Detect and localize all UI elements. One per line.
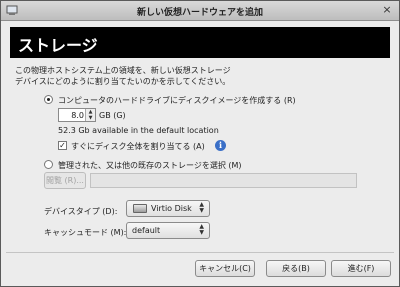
close-icon[interactable]: × — [380, 3, 394, 17]
existing-storage-label[interactable]: 管理された、又は他の既存のストレージを選択 (M) — [58, 160, 242, 171]
allocate-now-label[interactable]: すぐにディスク全体を割り当てる (A) — [71, 141, 205, 152]
device-type-label: デバイスタイプ (D): — [44, 207, 118, 216]
existing-storage-radio[interactable] — [44, 160, 53, 169]
allocate-now-checkbox[interactable]: ✓ — [58, 141, 67, 150]
cache-mode-select[interactable]: default ▲ ▼ — [126, 222, 210, 239]
disk-size-stepper[interactable]: ▲ ▼ — [85, 109, 95, 121]
available-space-text: 52.3 Gb available in the default locatio… — [58, 126, 219, 135]
cache-mode-value: default — [132, 226, 161, 235]
disk-size-unit-label: GB (G) — [99, 111, 126, 120]
description-line-2: デバイスにどのように割り当てたいのかを示してください。 — [15, 77, 231, 86]
page-title: ストレージ — [18, 36, 98, 55]
disk-size-value[interactable]: 8.0 — [71, 111, 84, 120]
chevron-down-icon[interactable]: ▼ — [86, 115, 95, 121]
page-description: この物理ホストシステム上の領域を、新しい仮想ストレージ デバイスにどのように割り… — [15, 65, 385, 87]
add-hardware-dialog: 新しい仮想ハードウェアを追加 × ストレージ この物理ホストシステム上の領域を、… — [0, 0, 400, 287]
disk-size-spinbox[interactable]: 8.0 ▲ ▼ — [58, 108, 96, 122]
cache-mode-label: キャッシュモード (M): — [44, 228, 127, 237]
disk-icon — [133, 204, 147, 213]
create-disk-radio[interactable] — [44, 95, 53, 104]
info-icon: i — [215, 140, 226, 151]
device-type-select[interactable]: Virtio Disk ▲ ▼ — [126, 200, 210, 217]
cancel-button[interactable]: キャンセル(C) — [195, 260, 255, 277]
chevron-updown-icon: ▲ ▼ — [199, 201, 204, 214]
description-line-1: この物理ホストシステム上の領域を、新しい仮想ストレージ — [15, 66, 231, 75]
browse-button[interactable]: 閲覧 (R)... — [44, 172, 86, 189]
device-type-value: Virtio Disk — [151, 204, 192, 213]
back-button[interactable]: 戻る(B) — [266, 260, 326, 277]
title-bar[interactable]: 新しい仮想ハードウェアを追加 × — [1, 1, 399, 21]
footer-separator — [6, 252, 394, 253]
chevron-updown-icon: ▲ ▼ — [199, 223, 204, 236]
page-banner: ストレージ — [10, 27, 390, 58]
window-title: 新しい仮想ハードウェアを追加 — [136, 8, 263, 18]
create-disk-label[interactable]: コンピュータのハードドライブにディスクイメージを作成する (R) — [58, 95, 296, 106]
storage-path-input[interactable] — [90, 173, 357, 188]
forward-button[interactable]: 進む(F) — [331, 260, 391, 277]
